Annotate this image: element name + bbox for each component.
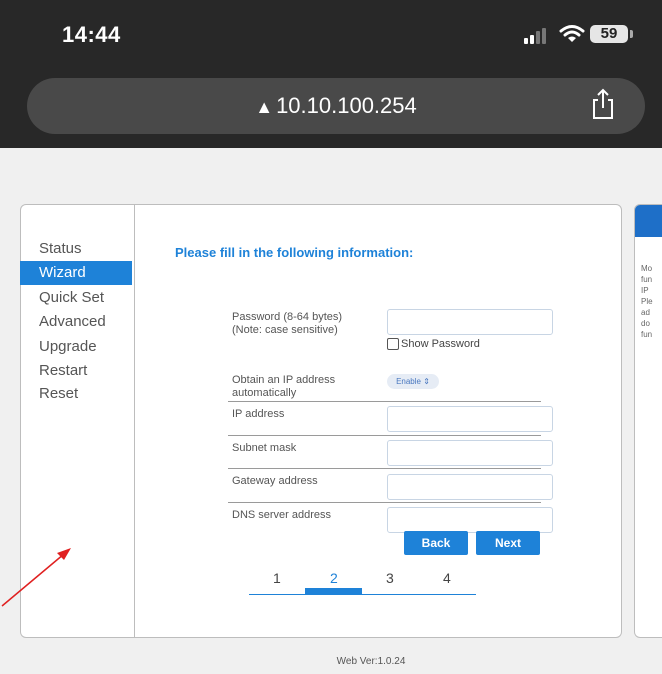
sidebar-item-restart[interactable]: Restart [20,359,132,383]
back-button[interactable]: Back [404,531,468,555]
obtain-ip-select[interactable]: Enable ⇕ [387,374,439,389]
subnet-mask-label: Subnet mask [232,442,297,454]
password-input[interactable] [387,309,553,335]
obtain-ip-label: Obtain an IP address [232,374,336,386]
password-label: Password (8-64 bytes) [232,311,343,323]
web-version: Web Ver:1.0.24 [336,656,406,667]
status-time: 14:44 [62,22,121,47]
help-text-line: IP [641,286,649,295]
battery-icon [630,30,633,38]
dns-server-input[interactable] [387,507,553,533]
share-icon[interactable] [590,88,616,120]
show-password-label: Show Password [401,338,480,350]
step-1: 1 [273,570,281,586]
dns-server-label: DNS server address [232,509,332,521]
row-divider [228,435,541,436]
show-password-checkbox[interactable] [387,338,399,350]
warning-triangle-icon: ▲ [255,97,274,117]
gateway-label: Gateway address [232,475,318,487]
annotation-arrow-icon [1,548,71,607]
wifi-icon [559,25,585,42]
password-note: (Note: case sensitive) [232,324,338,336]
step-4: 4 [443,570,451,586]
sidebar-item-advanced[interactable]: Advanced [20,310,132,334]
help-panel-header [635,205,662,237]
help-text-line: fun [641,275,653,284]
obtain-ip-value: Enable [396,377,421,386]
battery-level: 59 [590,25,628,43]
sidebar-item-reset[interactable]: Reset [20,382,132,406]
sidebar-item-upgrade[interactable]: Upgrade [20,335,132,359]
ip-address-input[interactable] [387,406,553,432]
help-text-line: ad [641,308,650,317]
help-panel: Mo fun IP Ple ad do fun [634,204,662,638]
help-text-line: Mo [641,264,653,273]
obtain-ip-label-2: automatically [232,387,297,399]
step-progress-line [249,594,476,595]
help-panel-text: Mo fun IP Ple ad do fun [641,263,653,340]
ip-address-label: IP address [232,408,285,420]
next-button[interactable]: Next [476,531,540,555]
form-title: Please fill in the following information… [175,245,414,260]
address-bar[interactable]: ▲ 10.10.100.254 [27,78,645,134]
cellular-signal-icon [524,28,546,44]
help-text-line: fun [641,330,653,339]
subnet-mask-input[interactable] [387,440,553,466]
row-divider [228,502,541,503]
row-divider [228,468,541,469]
address-url: 10.10.100.254 [276,93,417,118]
sidebar-item-quick-set[interactable]: Quick Set [20,286,132,310]
step-active-indicator [305,588,362,594]
select-arrows-icon: ⇕ [423,377,430,386]
row-divider [228,401,541,402]
sidebar-item-status[interactable]: Status [20,237,132,261]
help-text-line: Ple [641,297,653,306]
gateway-input[interactable] [387,474,553,500]
step-2-current: 2 [330,570,338,586]
sidebar-item-wizard[interactable]: Wizard [20,261,132,285]
step-3: 3 [386,570,394,586]
help-text-line: do [641,319,650,328]
